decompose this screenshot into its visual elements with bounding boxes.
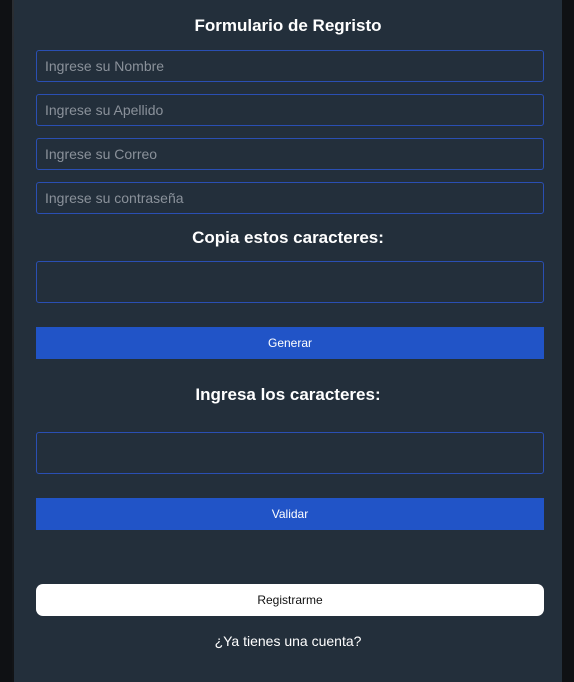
- validate-button[interactable]: Validar: [36, 498, 544, 530]
- name-input[interactable]: [36, 50, 544, 82]
- generate-button[interactable]: Generar: [36, 327, 544, 359]
- register-button[interactable]: Registrarme: [36, 584, 544, 616]
- captcha-copy-heading: Copia estos caracteres:: [192, 228, 384, 247]
- email-input[interactable]: [36, 138, 544, 170]
- login-link[interactable]: ¿Ya tienes una cuenta?: [14, 633, 562, 649]
- lastname-input[interactable]: [36, 94, 544, 126]
- password-input[interactable]: [36, 182, 544, 214]
- form-title: Formulario de Regristo: [194, 16, 382, 35]
- captcha-input[interactable]: [36, 432, 544, 474]
- captcha-enter-heading: Ingresa los caracteres:: [195, 385, 381, 404]
- captcha-display: [36, 261, 544, 303]
- registration-panel: Formulario de Regristo Copia estos carac…: [14, 0, 562, 682]
